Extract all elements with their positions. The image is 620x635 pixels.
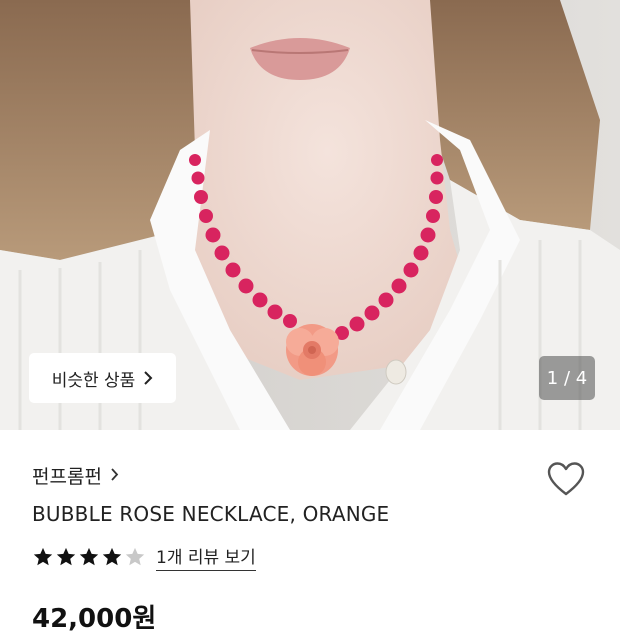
- star-filled-icon: [56, 547, 76, 566]
- wishlist-heart-icon[interactable]: [546, 460, 586, 500]
- product-info: 펀프롬펀 BUBBLE ROSE NECKLACE, ORANGE 1개 리뷰 …: [0, 430, 620, 634]
- product-price: 42,000원: [32, 604, 157, 634]
- product-name: BUBBLE ROSE NECKLACE, ORANGE: [32, 502, 390, 526]
- similar-products-label: 비슷한 상품: [51, 370, 136, 391]
- chevron-right-icon: [143, 370, 153, 386]
- star-empty-icon: [125, 547, 145, 566]
- image-counter: 1 / 4: [539, 356, 595, 400]
- star-filled-icon: [102, 547, 122, 566]
- rating-stars: [32, 546, 146, 568]
- similar-products-button[interactable]: 비슷한 상품: [29, 353, 176, 403]
- brand-link[interactable]: 펀프롬펀: [32, 462, 119, 489]
- review-link[interactable]: 1개 리뷰 보기: [156, 543, 256, 571]
- star-filled-icon: [33, 547, 53, 566]
- chevron-right-icon: [110, 465, 119, 487]
- rating-row: 1개 리뷰 보기: [32, 543, 256, 571]
- star-filled-icon: [79, 547, 99, 566]
- brand-name: 펀프롬펀: [32, 466, 102, 488]
- product-image[interactable]: 비슷한 상품 1 / 4: [0, 0, 620, 430]
